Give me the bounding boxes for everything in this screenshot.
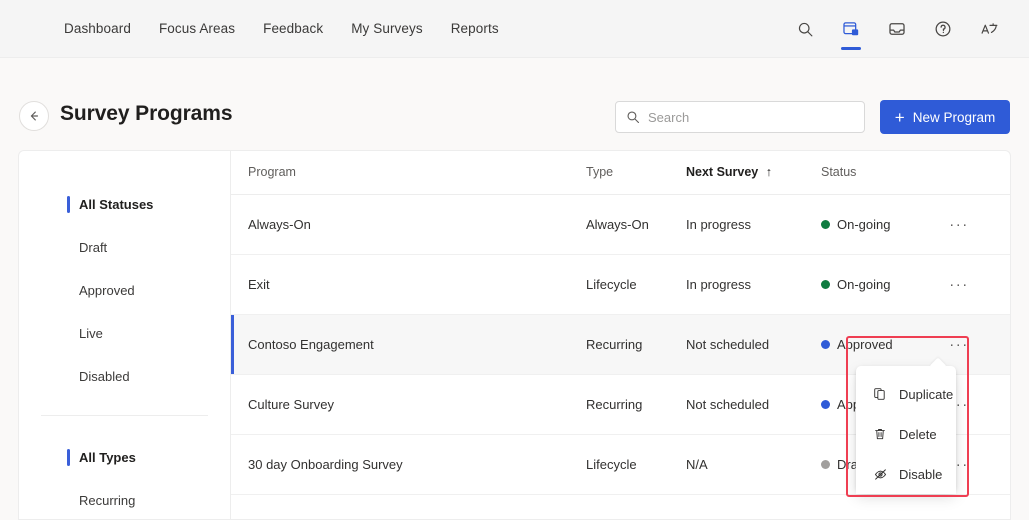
active-tab-indicator [841, 47, 861, 50]
column-header-next-survey[interactable]: Next Survey ↑ [686, 151, 821, 195]
row-more-actions-button[interactable]: ··· [946, 211, 972, 237]
status-dot [821, 459, 830, 469]
filter-label: All Statuses [79, 197, 154, 212]
cell-type: Recurring [586, 374, 686, 435]
search-input[interactable]: Search [615, 101, 865, 133]
status-badge: Approved [837, 336, 893, 352]
cell-next-survey: N/A [686, 434, 821, 495]
cell-type: Lifecycle [586, 254, 686, 315]
search-placeholder: Search [648, 109, 690, 125]
nav-link-reports[interactable]: Reports [437, 15, 513, 42]
trash-icon [872, 426, 888, 442]
cell-next-survey: Not scheduled [686, 374, 821, 435]
cell-actions: ··· [946, 194, 1010, 255]
cell-type: Lifecycle [586, 434, 686, 495]
row-more-actions-button[interactable]: ··· [946, 331, 972, 357]
filter-sidebar: All Statuses Draft Approved Live Disable… [19, 151, 231, 519]
page-title: Survey Programs [60, 102, 233, 125]
menu-item-delete[interactable]: Delete [856, 414, 956, 454]
status-dot [821, 219, 830, 229]
table-row[interactable]: Contoso Engagement Recurring Not schedul… [231, 314, 1010, 375]
status-badge: On-going [837, 276, 891, 292]
column-label: Type [586, 165, 614, 180]
filter-label: Disabled [79, 369, 130, 384]
menu-item-label: Duplicate [899, 386, 954, 402]
nav-icon-group [789, 0, 1005, 58]
search-icon [627, 111, 640, 124]
new-program-button[interactable]: + New Program [880, 100, 1010, 134]
cell-status: On-going [821, 254, 946, 315]
arrow-left-icon [30, 111, 39, 121]
menu-item-duplicate[interactable]: Duplicate [856, 374, 956, 414]
status-dot [821, 339, 830, 349]
cell-program: Exit [231, 254, 586, 315]
filter-label: Draft [79, 240, 108, 255]
cell-program: Culture Survey [231, 374, 586, 435]
back-button[interactable] [19, 101, 49, 131]
row-more-actions-button[interactable]: ··· [946, 271, 972, 297]
cell-program: Contoso Engagement [231, 314, 586, 375]
nav-link-dashboard[interactable]: Dashboard [50, 15, 145, 42]
cell-type: Recurring [586, 314, 686, 375]
filter-all-types[interactable]: All Types [19, 436, 230, 479]
menu-item-disable[interactable]: Disable [856, 454, 956, 494]
cell-status: Approved [821, 314, 946, 375]
filter-label: All Types [79, 450, 136, 465]
row-actions-context-menu: Duplicate Delete Disable [856, 357, 956, 494]
filter-types-group: All Types Recurring [19, 416, 230, 519]
cell-program: Always-On [231, 194, 586, 255]
nav-link-my-surveys[interactable]: My Surveys [337, 15, 437, 42]
column-header-program[interactable]: Program [231, 151, 586, 195]
inbox-icon[interactable] [881, 12, 913, 46]
nav-links: Dashboard Focus Areas Feedback My Survey… [50, 15, 513, 42]
duplicate-icon [872, 386, 888, 402]
cell-program: 30 day Onboarding Survey [231, 434, 586, 495]
status-dot [821, 279, 830, 289]
filter-recurring[interactable]: Recurring [19, 479, 230, 519]
status-dot [821, 399, 830, 409]
cell-actions: ··· [946, 254, 1010, 315]
cell-status: On-going [821, 194, 946, 255]
filter-draft[interactable]: Draft [19, 226, 230, 269]
top-navigation-bar: Dashboard Focus Areas Feedback My Survey… [0, 0, 1029, 58]
cell-next-survey: In progress [686, 254, 821, 315]
help-icon[interactable] [927, 12, 959, 46]
nav-link-feedback[interactable]: Feedback [249, 15, 337, 42]
column-header-status[interactable]: Status [821, 151, 946, 195]
column-label: Program [248, 165, 296, 180]
nav-link-focus-areas[interactable]: Focus Areas [145, 15, 249, 42]
new-program-label: New Program [912, 109, 996, 125]
menu-item-label: Delete [899, 426, 937, 442]
filter-label: Approved [79, 283, 135, 298]
filter-approved[interactable]: Approved [19, 269, 230, 312]
column-label: Status [821, 165, 857, 180]
page-header: Survey Programs Search + New Program [0, 58, 1029, 150]
cell-next-survey: In progress [686, 194, 821, 255]
sort-ascending-icon: ↑ [765, 165, 772, 180]
column-label: Next Survey [686, 165, 759, 180]
eye-off-icon [872, 466, 888, 482]
table-header-row: Program Type Next Survey ↑ Status [231, 151, 1010, 195]
column-header-type[interactable]: Type [586, 151, 686, 195]
filter-label: Live [79, 326, 103, 341]
translate-icon[interactable] [973, 12, 1005, 46]
search-icon[interactable] [789, 12, 821, 46]
status-badge: On-going [837, 216, 891, 232]
cell-next-survey: Not scheduled [686, 314, 821, 375]
filter-disabled[interactable]: Disabled [19, 355, 230, 398]
plus-icon: + [894, 107, 905, 127]
cell-type: Always-On [586, 194, 686, 255]
column-header-actions [946, 151, 1010, 195]
table-header: Program Type Next Survey ↑ Status [231, 151, 1010, 195]
filter-live[interactable]: Live [19, 312, 230, 355]
create-card-icon[interactable] [835, 12, 867, 50]
filter-label: Recurring [79, 493, 136, 508]
table-row[interactable]: Exit Lifecycle In progress On-going ··· [231, 254, 1010, 315]
cell-actions: ··· [946, 314, 1010, 375]
filter-all-statuses[interactable]: All Statuses [19, 183, 230, 226]
table-row[interactable]: Always-On Always-On In progress On-going… [231, 194, 1010, 255]
menu-item-label: Disable [899, 466, 943, 482]
